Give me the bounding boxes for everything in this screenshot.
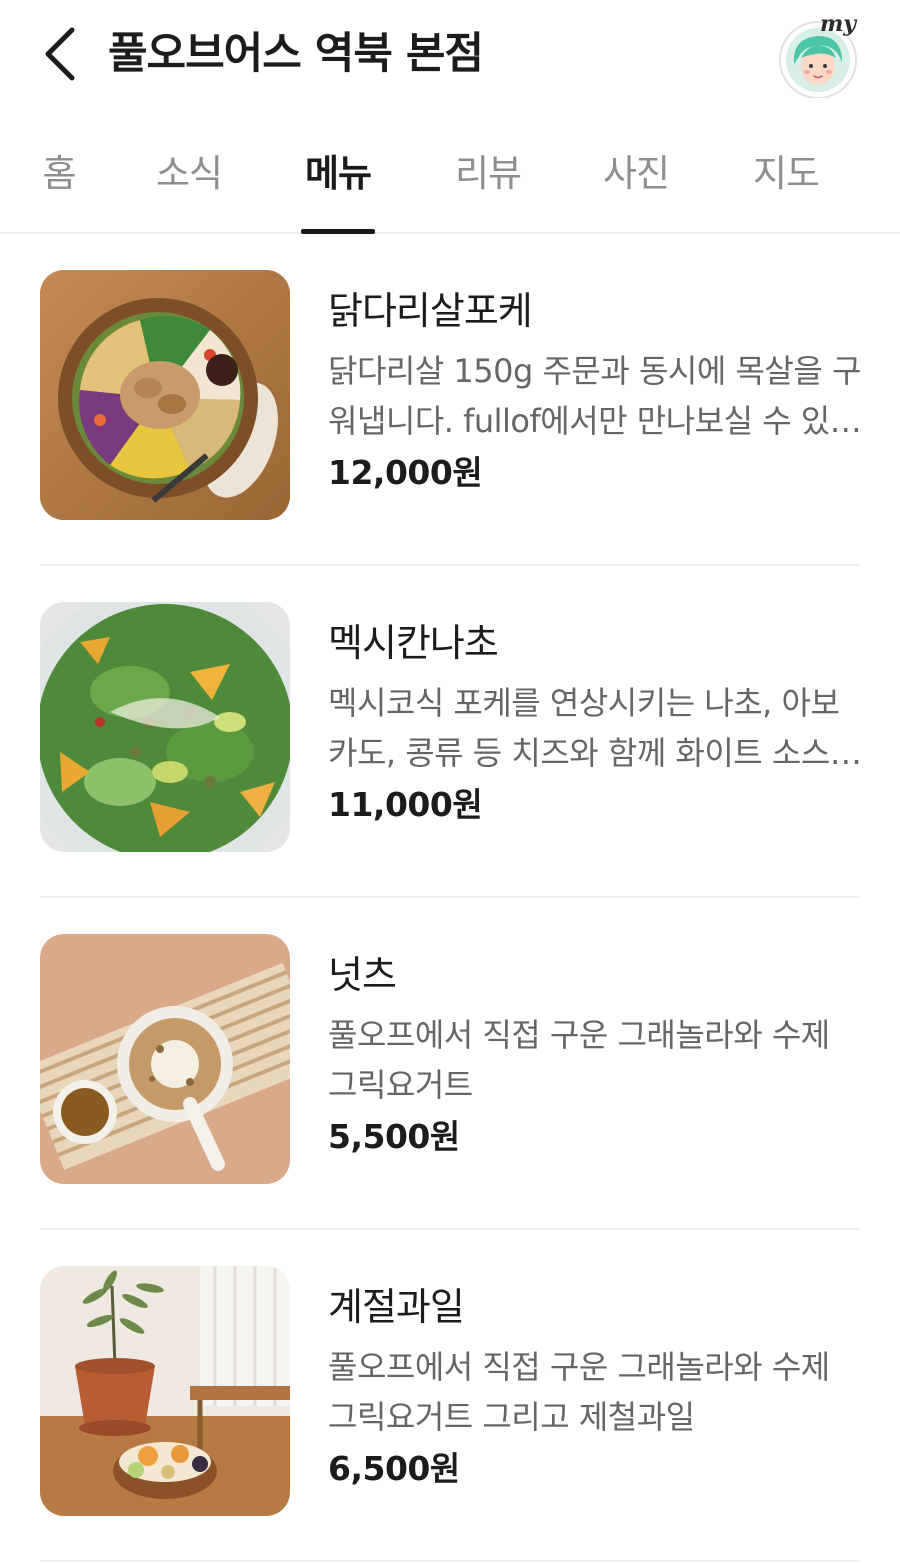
menu-item-name: 넛츠 — [328, 953, 397, 997]
menu-item[interactable]: 계절과일 풀오프에서 직접 구운 그래놀라와 수제 그릭요거트 그리고 제철과일… — [40, 1230, 860, 1562]
menu-item-photo — [40, 1266, 290, 1516]
menu-item-description: 풀오프에서 직접 구운 그래놀라와 수제 그릭요거트 — [328, 1016, 830, 1104]
tab-home[interactable]: 홈 — [40, 140, 78, 224]
menu-item-photo — [40, 270, 290, 520]
divider — [40, 1560, 860, 1562]
granola-yogurt-bowl-image — [40, 934, 290, 1184]
menu-item-name: 닭다리살포케 — [328, 289, 533, 333]
menu-item-name: 멕시칸나초 — [328, 621, 499, 665]
menu-item[interactable]: 넛츠 풀오프에서 직접 구운 그래놀라와 수제 그릭요거트 5,500원 — [40, 898, 860, 1230]
tab-news[interactable]: 소식 — [152, 140, 226, 224]
tab-bar: 홈 소식 메뉴 리뷰 사진 지도 — [0, 130, 900, 234]
back-button[interactable] — [30, 22, 90, 86]
tab-menu[interactable]: 메뉴 — [301, 140, 375, 234]
menu-item[interactable]: 멕시칸나초 멕시코식 포케를 연상시키는 나초, 아보카도, 콩류 등 치즈와 … — [40, 566, 860, 898]
menu-item-photo — [40, 934, 290, 1184]
menu-item-description: 풀오프에서 직접 구운 그래놀라와 수제 그릭요거트 그리고 제철과일 — [328, 1348, 830, 1436]
menu-item-price: 11,000원 — [328, 785, 483, 824]
menu-item-price: 6,500원 — [328, 1449, 460, 1488]
menu-item-description: 멕시코식 포케를 연상시키는 나초, 아보카도, 콩류 등 치즈와 함께 화이트… — [328, 684, 859, 772]
chicken-poke-bowl-image — [40, 270, 290, 520]
chevron-left-icon — [45, 27, 75, 81]
menu-item-photo — [40, 602, 290, 852]
tab-reviews[interactable]: 리뷰 — [451, 140, 525, 224]
page-title: 풀오브어스 역북 본점 — [108, 29, 484, 79]
avatar-icon: my — [779, 11, 858, 99]
my-label: my — [820, 14, 858, 37]
tab-photos[interactable]: 사진 — [599, 140, 673, 224]
menu-item-price: 5,500원 — [328, 1117, 460, 1156]
menu-item[interactable]: 닭다리살포케 닭다리살 150g 주문과 동시에 목살을 구워냅니다. full… — [40, 234, 861, 566]
tab-map[interactable]: 지도 — [749, 140, 823, 224]
seasonal-fruit-bowl-image — [40, 1266, 290, 1516]
top-app-bar: 풀오브어스 역북 본점 my — [0, 0, 900, 112]
menu-item-name: 계절과일 — [328, 1285, 465, 1329]
menu-item-description: 닭다리살 150g 주문과 동시에 목살을 구워냅니다. fullof에서만 만… — [328, 352, 861, 440]
menu-item-price: 12,000원 — [328, 453, 483, 492]
mexican-nacho-salad-image — [40, 602, 290, 852]
my-profile-button[interactable]: my — [776, 11, 860, 99]
